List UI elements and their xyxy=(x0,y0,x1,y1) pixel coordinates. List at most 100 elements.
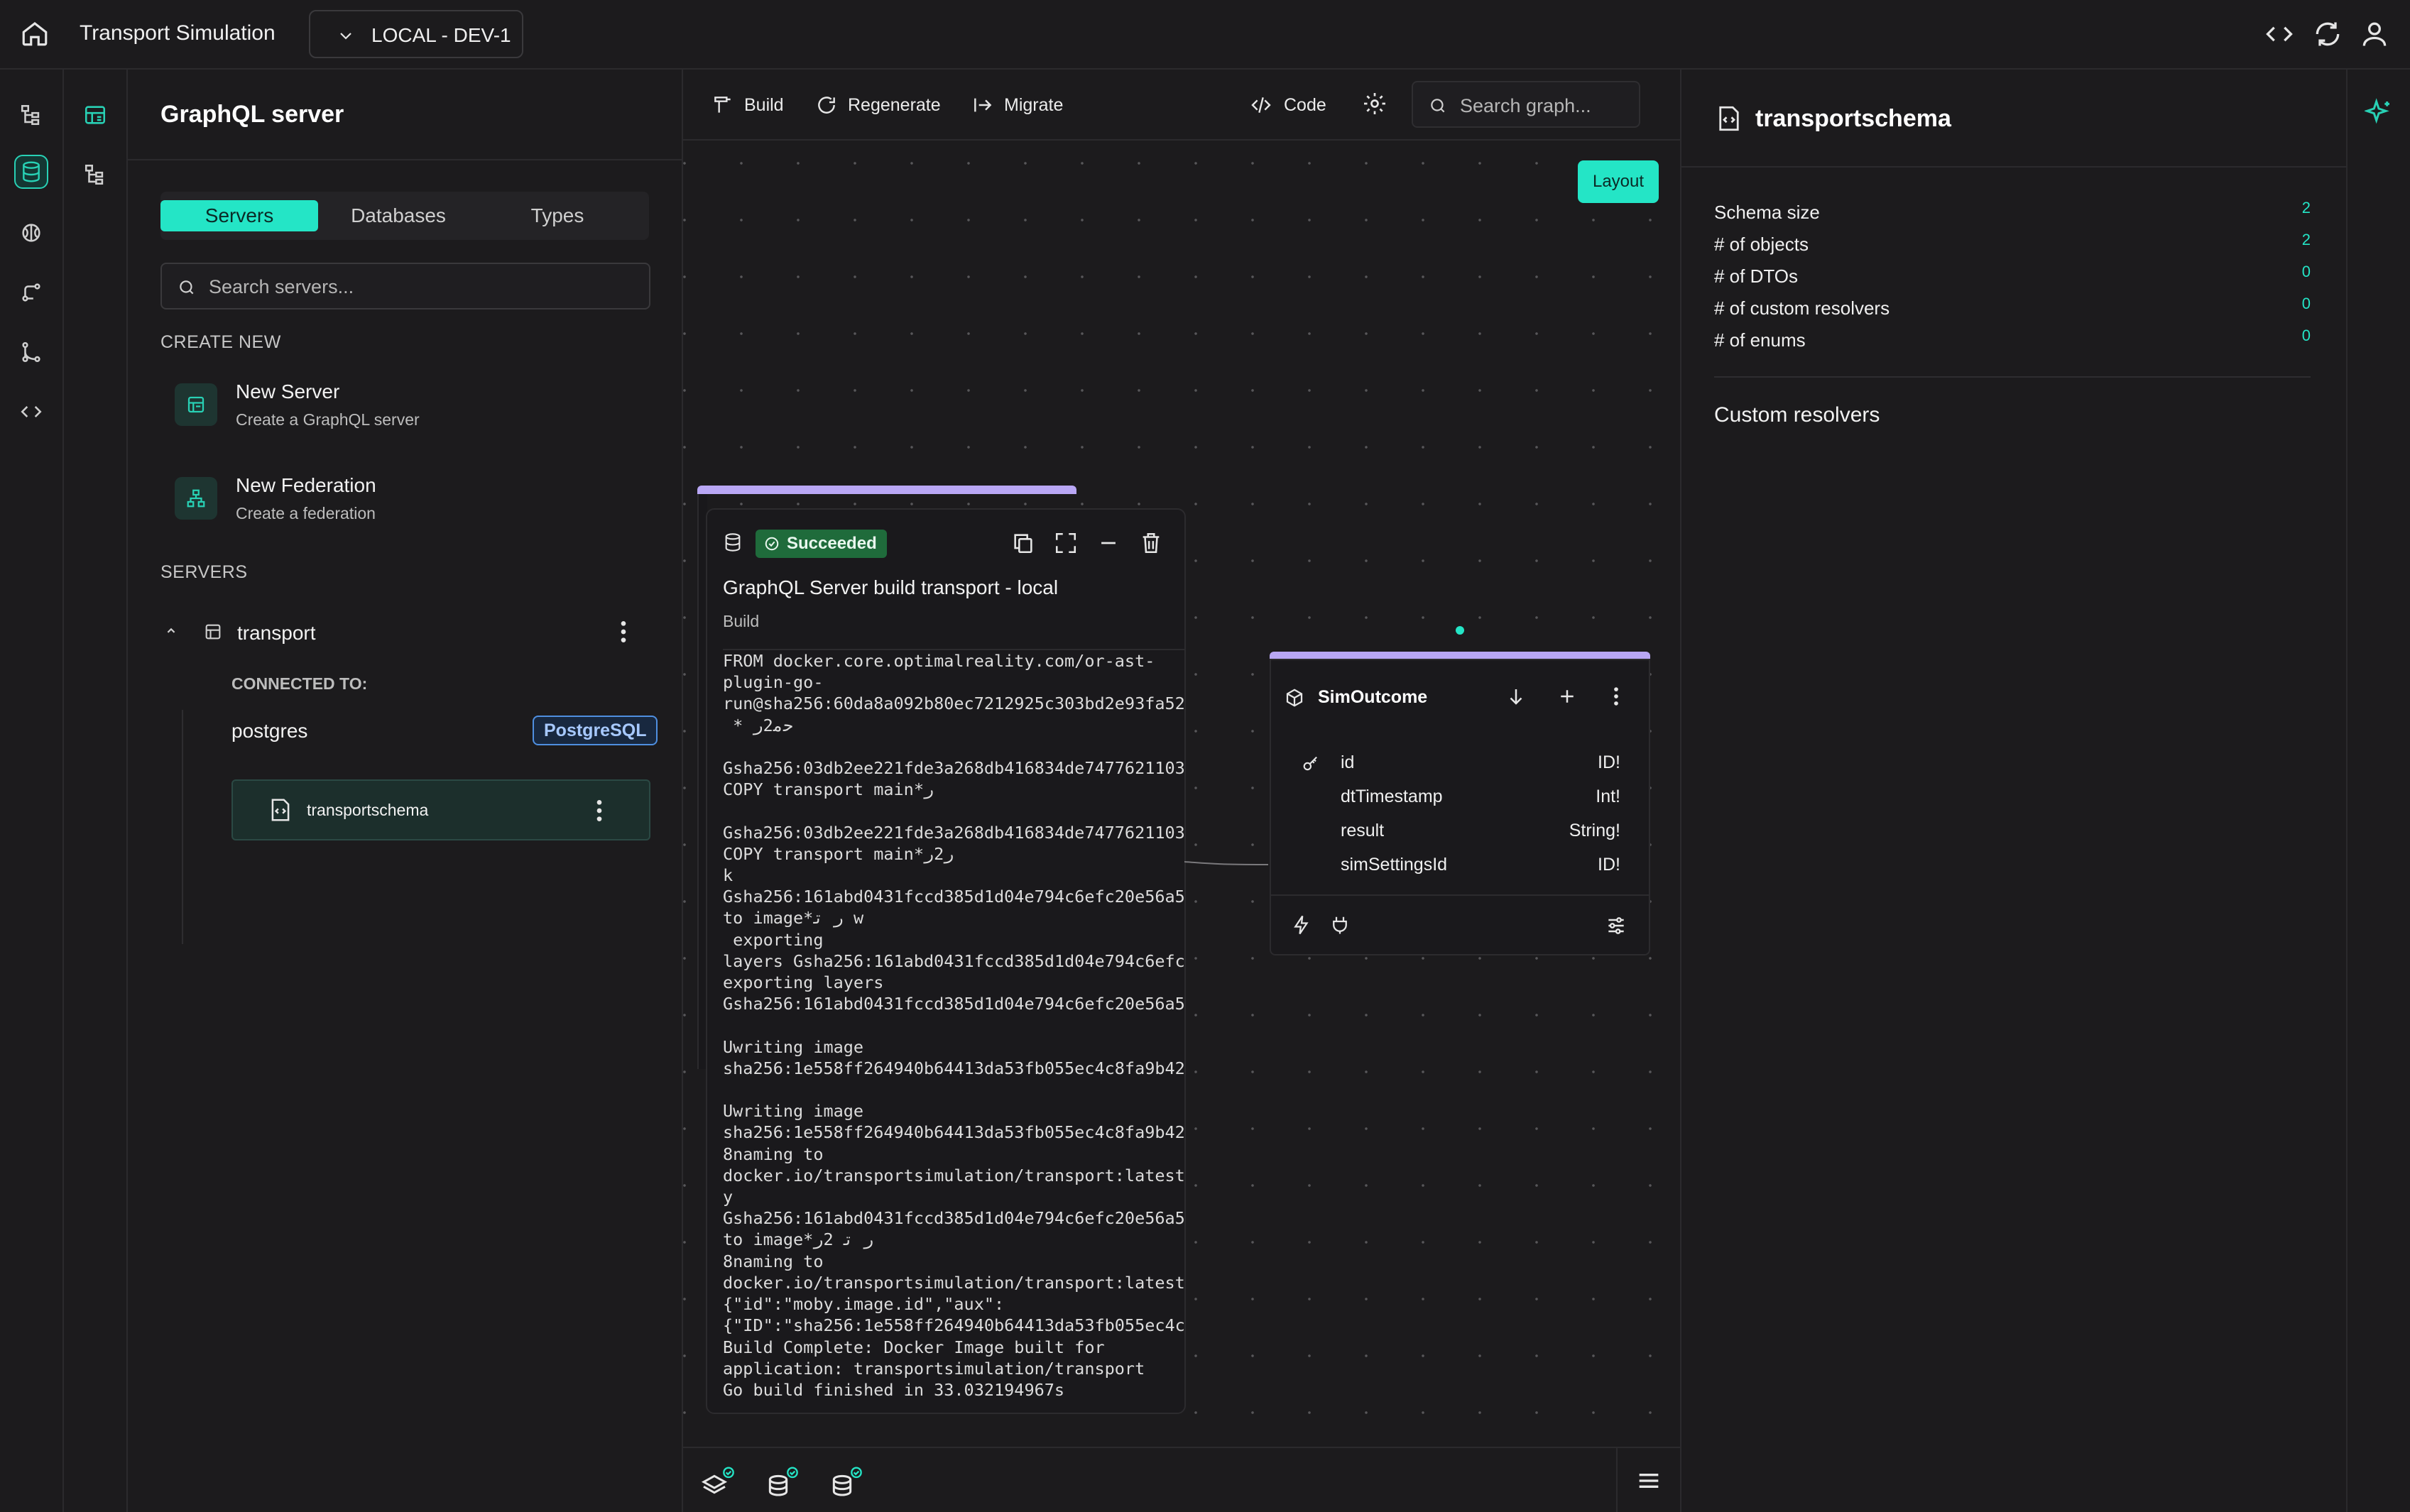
migrate-label: Migrate xyxy=(1004,94,1064,115)
code-button[interactable]: Code xyxy=(1248,91,1326,119)
git-branch-icon[interactable] xyxy=(14,335,48,369)
migrate-icon xyxy=(974,98,992,112)
plus-icon[interactable] xyxy=(1556,686,1578,707)
cube-icon xyxy=(1284,687,1305,708)
field-type: ID! xyxy=(1598,855,1620,875)
sidebar: GraphQL server Servers Databases Types S… xyxy=(128,70,683,1512)
graph-edge xyxy=(1184,861,1269,865)
tab-databases[interactable]: Databases xyxy=(320,200,477,231)
build-subtitle: Build xyxy=(723,612,760,630)
metric-label: # of DTOs xyxy=(1714,265,1799,287)
arrow-down-icon[interactable] xyxy=(1505,686,1527,707)
build-panel-header-bar xyxy=(697,486,1076,494)
server-menu-icon[interactable] xyxy=(614,618,633,646)
tab-servers[interactable]: Servers xyxy=(160,200,318,231)
top-bar: Transport Simulation LOCAL - DEV-1 xyxy=(0,0,2410,70)
search-input[interactable]: Search servers... xyxy=(160,263,650,309)
status-badge: Succeeded xyxy=(756,530,887,558)
metric-value: 0 xyxy=(2301,327,2311,344)
new-server-title: New Server xyxy=(236,380,340,402)
field-name: result xyxy=(1341,821,1385,840)
build-button[interactable]: Build xyxy=(711,91,784,119)
migrate-button[interactable]: Migrate xyxy=(971,91,1063,119)
divider xyxy=(128,159,682,160)
brain-icon[interactable] xyxy=(14,216,48,250)
tree-line xyxy=(182,710,183,944)
tab-types[interactable]: Types xyxy=(479,200,636,231)
fullscreen-icon[interactable] xyxy=(1054,531,1078,555)
metric-schema-size: Schema size 2 xyxy=(1714,199,2311,230)
server-grid-icon[interactable] xyxy=(78,98,112,132)
refresh-icon[interactable] xyxy=(2312,18,2343,50)
database-status-icon[interactable] xyxy=(764,1467,800,1502)
simoutcome-node[interactable]: SimOutcome id ID! dtTimestamp Int! resul… xyxy=(1270,659,1650,955)
servers-label: SERVERS xyxy=(160,562,248,582)
menu-icon[interactable] xyxy=(1635,1467,1663,1495)
environment-select[interactable]: LOCAL - DEV-1 xyxy=(309,10,523,58)
schema-item[interactable]: transportschema xyxy=(231,779,650,840)
build-log[interactable]: FROM docker.core.optimalreality.com/or-a… xyxy=(723,649,1184,1408)
schema-menu-icon[interactable] xyxy=(589,796,609,825)
field-row[interactable]: result String! xyxy=(1271,815,1649,849)
code-icon[interactable] xyxy=(14,395,48,429)
field-name: simSettingsId xyxy=(1341,855,1448,875)
lightning-icon[interactable] xyxy=(1291,914,1312,936)
metric-label: # of custom resolvers xyxy=(1714,297,1890,319)
node-title: SimOutcome xyxy=(1318,687,1428,707)
graph-search-input[interactable]: Search graph... xyxy=(1412,81,1640,128)
field-row[interactable]: simSettingsId ID! xyxy=(1271,849,1649,883)
chevron-up-icon[interactable] xyxy=(163,623,179,639)
chevron-down-icon xyxy=(337,27,354,44)
metric-objects: # of objects 2 xyxy=(1714,231,2311,262)
sliders-icon[interactable] xyxy=(1605,914,1627,937)
database-status-icon[interactable] xyxy=(828,1467,863,1502)
hierarchy-icon[interactable] xyxy=(14,98,48,132)
new-federation-subtitle: Create a federation xyxy=(236,504,376,522)
layers-status-icon[interactable] xyxy=(700,1467,736,1502)
more-vertical-icon[interactable] xyxy=(1608,684,1625,708)
canvas-toolbar: Build Regenerate Migrate Code Search gra… xyxy=(683,70,1680,141)
build-icon xyxy=(714,97,731,113)
home-icon[interactable] xyxy=(20,18,50,48)
regenerate-label: Regenerate xyxy=(848,94,941,115)
trash-icon[interactable] xyxy=(1139,531,1163,555)
settings-icon[interactable] xyxy=(1362,91,1387,116)
regenerate-button[interactable]: Regenerate xyxy=(815,91,941,119)
code-icon[interactable] xyxy=(2264,18,2295,50)
metric-label: Schema size xyxy=(1714,202,1820,223)
metric-label: # of enums xyxy=(1714,329,1806,351)
build-label: Build xyxy=(744,94,784,115)
connected-label: CONNECTED TO: xyxy=(231,674,368,693)
metric-dtos: # of DTOs 0 xyxy=(1714,263,2311,294)
server-icon xyxy=(203,622,223,642)
schema-name: transportschema xyxy=(307,801,429,819)
nodes-icon[interactable] xyxy=(14,275,48,309)
sparkles-icon[interactable] xyxy=(2365,98,2393,126)
server-row[interactable]: transport xyxy=(163,615,653,650)
tabs: Servers Databases Types xyxy=(160,192,649,240)
key-icon xyxy=(1301,754,1321,774)
server-icon xyxy=(175,383,217,426)
new-server-button[interactable]: New Server Create a GraphQL server xyxy=(175,376,601,440)
node-handle[interactable] xyxy=(1456,626,1464,635)
database-icon[interactable] xyxy=(14,155,48,189)
field-row[interactable]: id ID! xyxy=(1271,747,1649,781)
new-federation-button[interactable]: New Federation Create a federation xyxy=(175,470,601,534)
layout-button[interactable]: Layout xyxy=(1578,160,1659,203)
node-footer xyxy=(1271,894,1649,955)
metric-enums: # of enums 0 xyxy=(1714,327,2311,358)
tree-icon[interactable] xyxy=(78,158,112,192)
schema-file-icon xyxy=(1714,104,1744,133)
create-new-label: CREATE NEW xyxy=(160,332,281,352)
search-icon xyxy=(1429,97,1447,115)
metric-value: 2 xyxy=(2301,231,2311,248)
minimize-icon[interactable] xyxy=(1096,531,1121,555)
field-type: String! xyxy=(1569,821,1620,840)
divider xyxy=(1714,376,2311,378)
copy-icon[interactable] xyxy=(1011,531,1035,555)
schema-file-icon xyxy=(267,796,294,823)
sidebar-title: GraphQL server xyxy=(160,101,344,128)
plug-icon[interactable] xyxy=(1329,914,1351,936)
user-icon[interactable] xyxy=(2359,18,2390,50)
field-row[interactable]: dtTimestamp Int! xyxy=(1271,781,1649,815)
